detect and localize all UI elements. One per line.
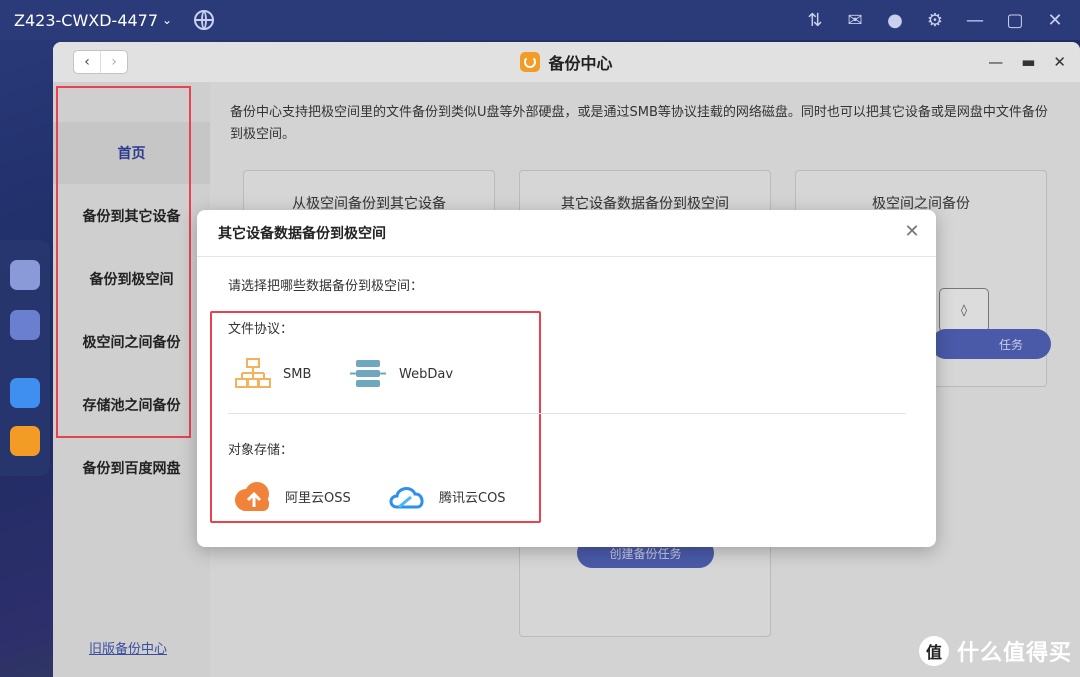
sidebar-item-backup-to-baidu[interactable]: 备份到百度网盘	[53, 437, 210, 499]
close-icon[interactable]: ✕	[1042, 7, 1068, 33]
device-name-dropdown[interactable]: Z423-CWXD-4477 ⌄	[14, 11, 172, 30]
window-controls: — ▬ ✕	[988, 42, 1066, 82]
apps-icon[interactable]	[10, 310, 40, 340]
backup-center-icon	[520, 52, 541, 72]
option-tencent-cos-label: 腾讯云COS	[439, 490, 506, 506]
intro-text: 备份中心支持把极空间里的文件备份到类似U盘等外部硬盘，或是通过SMB等协议挂载的…	[230, 105, 1048, 142]
window-close-button[interactable]: ✕	[1053, 53, 1066, 71]
window-titlebar: ‹ › 备份中心 — ▬ ✕	[53, 42, 1080, 83]
device-icon: ◊	[939, 288, 989, 332]
old-version-link[interactable]: 旧版备份中心	[89, 638, 167, 657]
mail-icon[interactable]: ✉	[842, 7, 868, 33]
device-name-label: Z423-CWXD-4477	[14, 10, 159, 30]
sidebar-item-home[interactable]: 首页	[53, 122, 210, 184]
window-title-text: 备份中心	[548, 54, 613, 73]
storage-icon[interactable]	[10, 260, 40, 290]
watermark-badge: 值	[918, 636, 949, 666]
maximize-icon[interactable]: ▢	[1002, 7, 1028, 33]
option-webdav[interactable]: WebDav	[349, 356, 453, 392]
backup-app-icon[interactable]	[10, 426, 40, 456]
sidebar-item-between-zspace[interactable]: 极空间之间备份	[53, 311, 210, 373]
folder-icon[interactable]	[10, 378, 40, 408]
app-dock	[0, 240, 50, 476]
option-smb-label: SMB	[283, 366, 312, 382]
option-aliyun-oss[interactable]: 阿里云OSS	[233, 478, 351, 514]
dialog-prompt: 请选择把哪些数据备份到极空间：	[228, 279, 424, 294]
window-restore-button[interactable]: ▬	[1021, 53, 1035, 71]
section-divider	[228, 413, 906, 414]
protocol-section-label: 文件协议：	[228, 322, 294, 337]
option-tencent-cos[interactable]: 腾讯云COS	[387, 478, 506, 514]
gear-icon[interactable]: ⚙	[922, 7, 948, 33]
aliyun-cloud-icon	[235, 482, 269, 511]
option-smb[interactable]: SMB	[235, 356, 311, 392]
sidebar-item-backup-to-other-device[interactable]: 备份到其它设备	[53, 185, 210, 247]
sidebar: 首页 备份到其它设备 备份到极空间 极空间之间备份 存储池之间备份 备份到百度网…	[53, 82, 210, 677]
window-minimize-button[interactable]: —	[988, 53, 1003, 71]
dialog-title: 其它设备数据备份到极空间	[218, 226, 386, 242]
sidebar-item-between-pools[interactable]: 存储池之间备份	[53, 374, 210, 436]
tencent-cloud-icon	[389, 487, 424, 509]
user-icon[interactable]: ●	[882, 7, 908, 33]
dialog-header: 其它设备数据备份到极空间 ✕	[197, 210, 936, 257]
option-aliyun-oss-label: 阿里云OSS	[285, 490, 351, 506]
option-webdav-label: WebDav	[399, 366, 454, 382]
card3-create-button[interactable]: 任务	[931, 329, 1051, 359]
minimize-icon[interactable]: —	[962, 7, 988, 33]
transfer-icon[interactable]: ⇅	[802, 7, 828, 33]
watermark: 值 什么值得买	[918, 635, 1072, 667]
object-storage-section-label: 对象存储：	[228, 443, 294, 458]
os-toolbar: ⇅ ✉ ● ⚙ — ▢ ✕	[802, 0, 1068, 40]
watermark-text: 什么值得买	[956, 641, 1072, 666]
os-topbar: Z423-CWXD-4477 ⌄ ⇅ ✉ ● ⚙ — ▢ ✕	[0, 0, 1080, 40]
select-source-dialog: 其它设备数据备份到极空间 ✕ 请选择把哪些数据备份到极空间： 文件协议： SMB…	[197, 210, 936, 547]
dialog-close-icon[interactable]: ✕	[902, 221, 922, 242]
chevron-down-icon: ⌄	[162, 13, 173, 27]
window-title: 备份中心	[53, 42, 1080, 82]
globe-icon[interactable]	[194, 10, 215, 30]
sidebar-item-backup-to-zspace[interactable]: 备份到极空间	[53, 248, 210, 310]
server-icon	[350, 360, 386, 387]
network-icon	[235, 358, 271, 388]
